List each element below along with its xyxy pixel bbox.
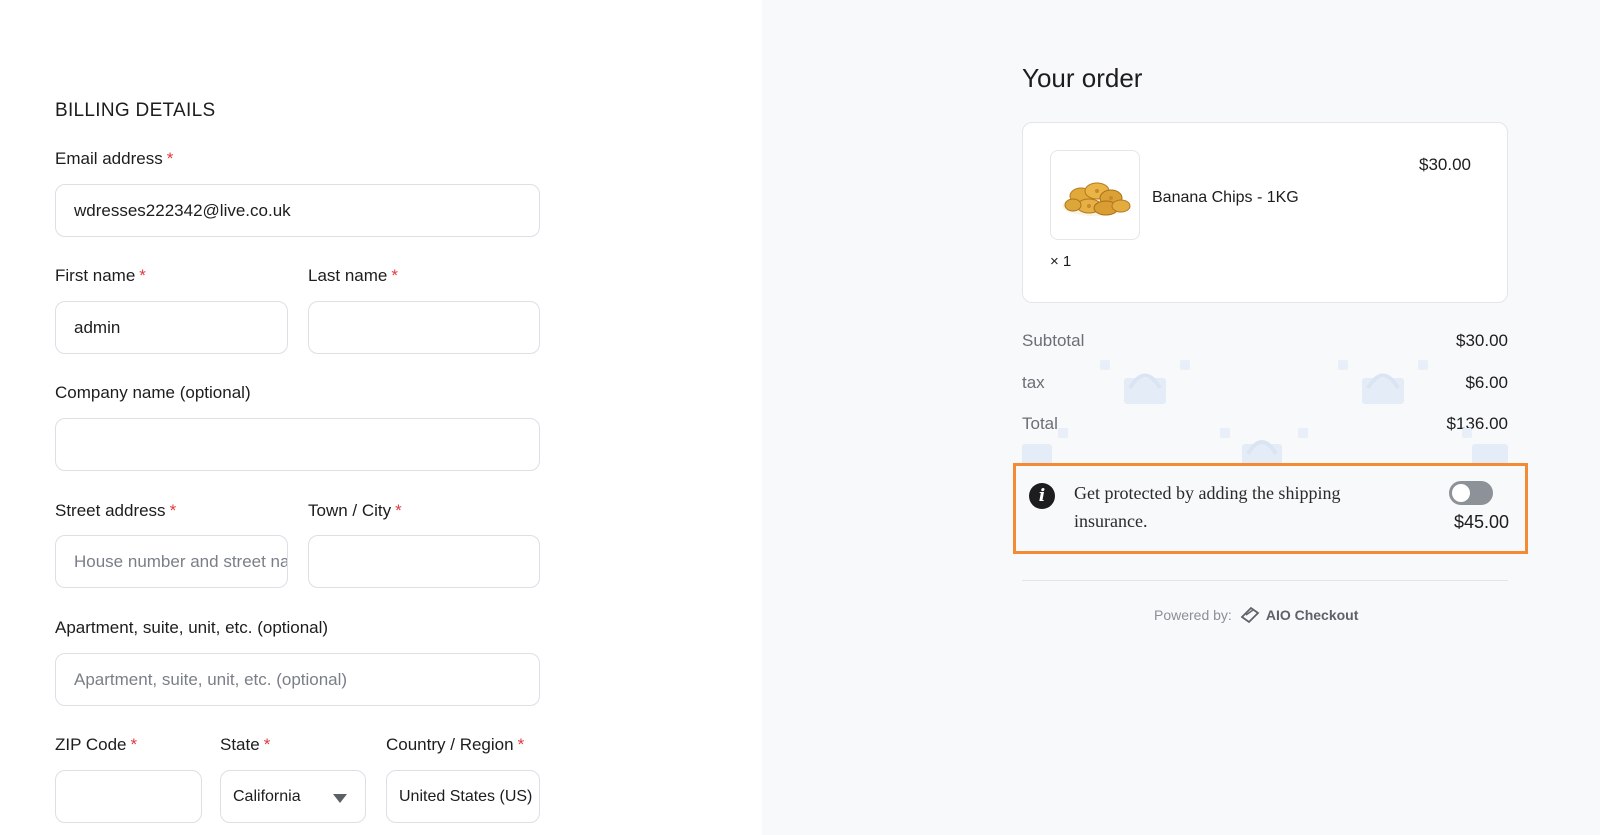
aio-checkout-logo[interactable]: AIO Checkout	[1240, 606, 1359, 624]
apartment-placeholder: Apartment, suite, unit, etc. (optional)	[74, 669, 348, 689]
required-mark: *	[139, 266, 146, 285]
total-value: $136.00	[1446, 414, 1508, 433]
first-name-label-text: First name	[55, 266, 136, 285]
street-field[interactable]: House number and street name	[55, 535, 288, 588]
tax-value: $6.00	[1465, 373, 1508, 392]
order-title: Your order	[1022, 63, 1143, 93]
street-label-text: Street address	[55, 501, 166, 520]
city-label: Town / City *	[308, 501, 402, 521]
card-logo-icon	[1240, 606, 1260, 624]
banana-chips-image	[1050, 150, 1140, 240]
state-label-text: State	[220, 735, 260, 754]
powered-by: Powered by: AIO Checkout	[1154, 606, 1358, 624]
city-label-text: Town / City	[308, 501, 392, 520]
divider	[1022, 580, 1508, 581]
company-field[interactable]	[55, 418, 540, 471]
email-field[interactable]: wdresses222342@live.co.uk	[55, 184, 540, 237]
subtotal-value: $30.00	[1456, 331, 1508, 350]
required-mark: *	[166, 149, 174, 168]
city-field[interactable]	[308, 535, 540, 588]
apartment-field[interactable]: Apartment, suite, unit, etc. (optional)	[55, 653, 540, 706]
required-mark: *	[263, 735, 271, 754]
product-name: Banana Chips - 1KG	[1152, 189, 1299, 206]
country-label: Country / Region *	[386, 735, 524, 755]
product-price: $30.00	[1419, 155, 1471, 174]
billing-title: BILLING DETAILS	[55, 100, 216, 121]
insurance-text: Get protected by adding the shipping ins…	[1074, 483, 1341, 531]
subtotal-label: Subtotal	[1022, 331, 1085, 350]
country-value: United States (US)	[399, 787, 533, 805]
zip-label-text: ZIP Code	[55, 735, 127, 754]
email-value: wdresses222342@live.co.uk	[74, 200, 291, 220]
street-placeholder: House number and street name	[74, 551, 288, 571]
toggle-knob	[1452, 484, 1470, 502]
state-value: California	[233, 787, 301, 805]
last-name-field[interactable]	[308, 301, 540, 354]
required-mark: *	[517, 735, 525, 754]
required-mark: *	[395, 501, 402, 520]
last-name-label-text: Last name	[308, 266, 388, 285]
powered-by-label: Powered by:	[1154, 607, 1232, 623]
state-label: State *	[220, 735, 270, 755]
email-label: Email address *	[55, 149, 173, 169]
apartment-label: Apartment, suite, unit, etc. (optional)	[55, 618, 329, 637]
chevron-down-icon	[333, 794, 347, 803]
brand-name: AIO Checkout	[1265, 607, 1359, 623]
state-select[interactable]: California	[220, 770, 366, 823]
tax-label: tax	[1022, 373, 1045, 392]
order-item-card: Banana Chips - 1KG $30.00 × 1	[1022, 122, 1508, 303]
first-name-label: First name *	[55, 266, 146, 286]
first-name-field[interactable]: admin	[55, 301, 288, 354]
required-mark: *	[130, 735, 138, 754]
insurance-toggle[interactable]	[1449, 481, 1493, 505]
zip-label: ZIP Code *	[55, 735, 137, 755]
zip-field[interactable]	[55, 770, 202, 823]
first-name-value: admin	[74, 317, 121, 337]
street-label: Street address *	[55, 501, 176, 521]
total-label: Total	[1022, 414, 1058, 433]
insurance-price: $45.00	[1453, 512, 1509, 532]
company-label: Company name (optional)	[55, 383, 251, 402]
shipping-insurance-box: i Get protected by adding the shipping i…	[1013, 463, 1528, 554]
required-mark: *	[391, 266, 399, 285]
country-select[interactable]: United States (US)	[386, 770, 540, 823]
info-icon: i	[1029, 483, 1055, 509]
product-quantity: × 1	[1050, 253, 1072, 270]
last-name-label: Last name *	[308, 266, 398, 286]
country-label-text: Country / Region	[386, 735, 514, 754]
required-mark: *	[169, 501, 177, 520]
email-label-text: Email address	[55, 149, 163, 168]
